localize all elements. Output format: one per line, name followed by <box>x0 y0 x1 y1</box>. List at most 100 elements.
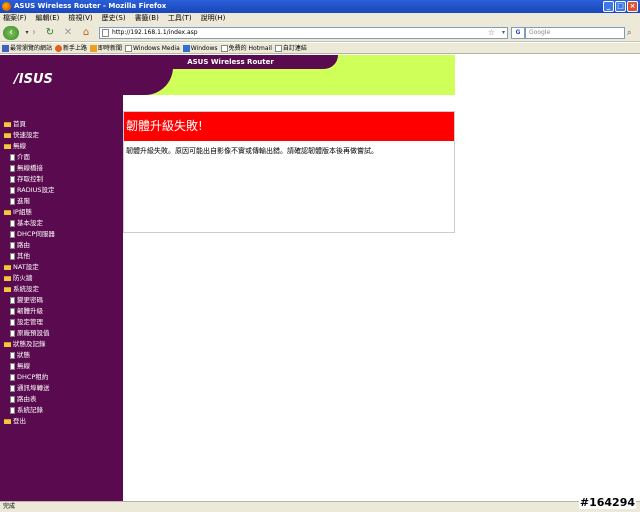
menubar: 檔案(F) 編輯(E) 檢視(V) 歷史(S) 書籤(B) 工具(T) 說明(H… <box>0 13 640 24</box>
sidebar-item[interactable]: 系統設定 <box>4 284 55 295</box>
sidebar-item-label: 基本設定 <box>17 219 43 227</box>
menu-file[interactable]: 檔案(F) <box>3 13 27 24</box>
sidebar-item-label: 登出 <box>13 417 26 425</box>
menu-view[interactable]: 檢視(V) <box>68 13 92 24</box>
document-icon <box>10 154 15 161</box>
sidebar-item[interactable]: 路由表 <box>4 394 55 405</box>
document-icon <box>10 396 15 403</box>
sidebar-item[interactable]: DHCP伺服器 <box>4 229 55 240</box>
sidebar-item[interactable]: 進階 <box>4 196 55 207</box>
sidebar-item[interactable]: 首頁 <box>4 119 55 130</box>
sidebar: /ISUS 首頁 快速設定 無線 介面 無線橋接 存取控制 RADIUS設定 進階 IP組態 基本… <box>0 55 123 501</box>
sidebar-item[interactable]: 無線 <box>4 361 55 372</box>
sidebar-item[interactable]: 介面 <box>4 152 55 163</box>
sidebar-item[interactable]: 狀態及記錄 <box>4 339 55 350</box>
close-icon[interactable]: × <box>627 1 638 12</box>
sidebar-item[interactable]: 通訊埠轉送 <box>4 383 55 394</box>
search-engine-icon[interactable]: G <box>511 27 525 39</box>
document-icon <box>10 220 15 227</box>
sidebar-item-label: 通訊埠轉送 <box>17 384 50 392</box>
menu-tools[interactable]: 工具(T) <box>168 13 192 24</box>
sidebar-item-label: 系統記錄 <box>17 406 43 414</box>
forward-icon[interactable]: › <box>27 26 41 40</box>
sidebar-item-label: 狀態及記錄 <box>13 340 46 348</box>
bookmark-item[interactable]: 即時新聞 <box>90 43 122 53</box>
sidebar-item[interactable]: 存取控制 <box>4 174 55 185</box>
sidebar-item[interactable]: 其他 <box>4 251 55 262</box>
bookmark-item[interactable]: 最常瀏覽的網站 <box>2 43 52 53</box>
sidebar-item[interactable]: 設定管理 <box>4 317 55 328</box>
bookmark-item[interactable]: 自訂連結 <box>274 43 307 53</box>
search-icon[interactable]: ⌕ <box>627 27 638 39</box>
firefox-icon <box>55 44 63 52</box>
sidebar-item-label: 變更密碼 <box>17 296 43 304</box>
menu-help[interactable]: 說明(H) <box>201 13 226 24</box>
sidebar-item[interactable]: 防火牆 <box>4 273 55 284</box>
sidebar-item[interactable]: 狀態 <box>4 350 55 361</box>
bookmark-item[interactable]: Windows <box>182 43 218 53</box>
page-icon <box>274 44 282 52</box>
bookmark-item[interactable]: 免費的 Hotmail <box>220 43 272 53</box>
document-icon <box>10 165 15 172</box>
sidebar-item[interactable]: 原廠預設值 <box>4 328 55 339</box>
sidebar-item-label: 存取控制 <box>17 175 43 183</box>
search-input[interactable]: Google <box>525 27 625 39</box>
home-icon[interactable]: ⌂ <box>79 26 93 40</box>
document-icon <box>10 308 15 315</box>
sidebar-item-label: DHCP租約 <box>17 373 49 381</box>
document-icon <box>10 198 15 205</box>
url-bar[interactable]: http://192.168.1.1/index.asp ☆ ▾ <box>99 27 508 39</box>
minimize-icon[interactable]: _ <box>603 1 614 12</box>
menu-bookmarks[interactable]: 書籤(B) <box>135 13 159 24</box>
sidebar-item-label: 路由表 <box>17 395 37 403</box>
rss-icon <box>90 44 98 52</box>
sidebar-item-label: 無線橋接 <box>17 164 43 172</box>
sidebar-item-label: 韌體升級 <box>17 307 43 315</box>
sidebar-item[interactable]: 快速設定 <box>4 130 55 141</box>
page-content: /ISUS 首頁 快速設定 無線 介面 無線橋接 存取控制 RADIUS設定 進階 IP組態 基本… <box>0 55 640 501</box>
sidebar-item[interactable]: 無線橋接 <box>4 163 55 174</box>
folder-icon <box>4 210 11 215</box>
sidebar-item[interactable]: 系統記錄 <box>4 405 55 416</box>
bookmark-item[interactable]: Windows Media <box>125 43 180 53</box>
sidebar-item[interactable]: IP組態 <box>4 207 55 218</box>
sidebar-item-label: 設定管理 <box>17 318 43 326</box>
url-text: http://192.168.1.1/index.asp <box>112 29 198 36</box>
menu-edit[interactable]: 編輯(E) <box>36 13 60 24</box>
document-icon <box>10 319 15 326</box>
error-title: 韌體升級失敗! <box>124 112 454 141</box>
sidebar-item[interactable]: 韌體升級 <box>4 306 55 317</box>
sidebar-item[interactable]: 無線 <box>4 141 55 152</box>
watermark: #164294 <box>578 496 636 509</box>
sidebar-item[interactable]: RADIUS設定 <box>4 185 55 196</box>
sidebar-item-label: 原廠預設值 <box>17 329 50 337</box>
star-icon[interactable]: ☆ <box>488 28 495 38</box>
folder-icon <box>4 265 11 270</box>
sidebar-item-label: 快速設定 <box>13 131 39 139</box>
maximize-icon[interactable]: □ <box>615 1 626 12</box>
sidebar-item-label: IP組態 <box>13 208 32 216</box>
stop-icon[interactable]: ✕ <box>61 26 75 40</box>
sidebar-item[interactable]: 基本設定 <box>4 218 55 229</box>
folder-icon <box>4 133 11 138</box>
url-dropdown-icon[interactable]: ▾ <box>502 28 505 38</box>
page-title: ASUS Wireless Router <box>187 58 274 66</box>
menu-history[interactable]: 歷史(S) <box>102 13 126 24</box>
window-controls: _ □ × <box>603 1 638 12</box>
reload-icon[interactable]: ↻ <box>43 26 57 40</box>
bookmark-icon <box>2 44 9 52</box>
sidebar-item[interactable]: 變更密碼 <box>4 295 55 306</box>
sidebar-item-label: 無線 <box>17 362 30 370</box>
sidebar-item[interactable]: DHCP租約 <box>4 372 55 383</box>
document-icon <box>10 363 15 370</box>
sidebar-item[interactable]: 登出 <box>4 416 55 427</box>
bookmark-item[interactable]: 新手上路 <box>55 43 87 53</box>
sidebar-item-label: 系統設定 <box>13 285 39 293</box>
sidebar-item[interactable]: NAT設定 <box>4 262 55 273</box>
folder-icon <box>4 419 11 424</box>
sidebar-item[interactable]: 路由 <box>4 240 55 251</box>
sidebar-item-label: DHCP伺服器 <box>17 230 55 238</box>
back-icon[interactable]: ‹ <box>3 26 19 40</box>
folder-icon <box>4 276 11 281</box>
page-icon <box>102 29 109 37</box>
